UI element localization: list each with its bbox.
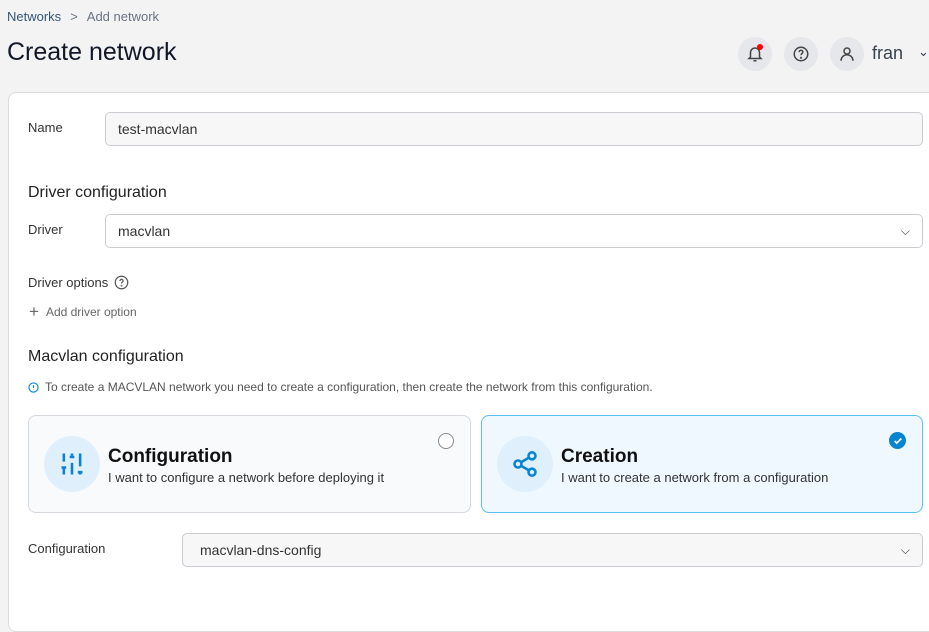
driver-options-row: Driver options: [28, 275, 129, 290]
breadcrumb: Networks > Add network: [7, 9, 159, 24]
chevron-down-icon: ⌵: [900, 542, 910, 557]
option-description: I want to create a network from a config…: [561, 470, 829, 485]
driver-select[interactable]: macvlan ⌵: [105, 214, 923, 248]
macvlan-info: To create a MACVLAN network you need to …: [28, 380, 653, 394]
help-icon: [793, 46, 809, 62]
breadcrumb-separator: >: [70, 9, 78, 24]
configuration-label: Configuration: [28, 541, 106, 556]
user-icon: [840, 47, 854, 61]
option-card-configuration[interactable]: Configuration I want to configure a netw…: [28, 415, 471, 513]
configuration-select-value: macvlan-dns-config: [200, 542, 322, 558]
breadcrumb-current: Add network: [86, 9, 160, 24]
user-name[interactable]: fran: [872, 43, 903, 64]
option-icon-circle: [44, 436, 100, 492]
chevron-down-icon: ⌵: [900, 223, 910, 238]
radio-unselected[interactable]: [438, 433, 454, 449]
name-input[interactable]: test-macvlan: [105, 112, 923, 146]
add-driver-option-label: Add driver option: [45, 305, 137, 319]
name-label: Name: [28, 120, 63, 135]
user-menu-button[interactable]: [830, 37, 864, 71]
breadcrumb-networks-link[interactable]: Networks: [7, 9, 61, 24]
configuration-select[interactable]: macvlan-dns-config ⌵: [182, 533, 923, 567]
driver-options-label: Driver options: [28, 275, 109, 290]
plus-icon: +: [29, 302, 39, 321]
help-icon[interactable]: [114, 275, 129, 290]
help-button[interactable]: [784, 37, 818, 71]
share-icon: [513, 451, 537, 477]
option-description: I want to configure a network before dep…: [108, 470, 385, 485]
sliders-icon: [61, 453, 83, 475]
option-title: Creation: [561, 446, 639, 467]
chevron-down-icon[interactable]: ⌄: [918, 44, 929, 60]
option-icon-circle: [497, 436, 553, 492]
notifications-button[interactable]: [738, 37, 772, 71]
option-title: Configuration: [108, 446, 233, 467]
driver-label: Driver: [28, 222, 63, 237]
page-title: Create network: [7, 38, 177, 66]
info-icon: [28, 381, 39, 393]
option-card-creation[interactable]: Creation I want to create a network from…: [481, 415, 923, 513]
driver-section-heading: Driver configuration: [28, 184, 167, 201]
add-driver-option-button[interactable]: + Add driver option: [29, 302, 137, 321]
check-circle-icon[interactable]: [889, 432, 906, 449]
notification-dot: [757, 44, 763, 50]
driver-select-value: macvlan: [118, 223, 171, 239]
macvlan-section-heading: Macvlan configuration: [28, 348, 184, 365]
macvlan-info-text: To create a MACVLAN network you need to …: [45, 380, 653, 394]
